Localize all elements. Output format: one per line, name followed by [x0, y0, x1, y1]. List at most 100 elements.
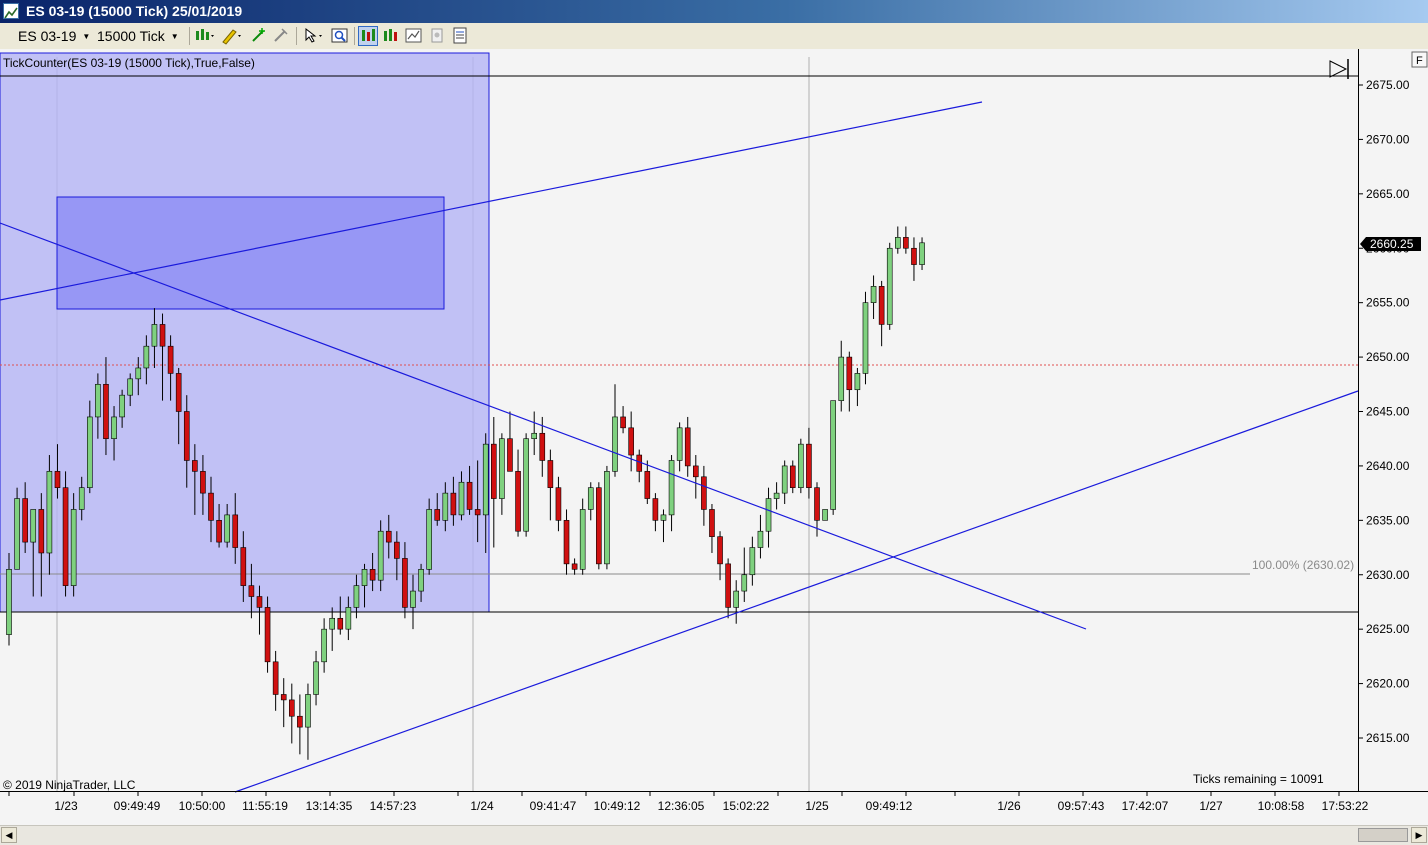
candle-body — [587, 487, 594, 510]
candle-body — [749, 547, 756, 576]
indicator-label: TickCounter(ES 03-19 (15000 Tick),True,F… — [3, 56, 255, 70]
candle-body — [426, 509, 432, 570]
candle-body — [604, 471, 610, 565]
candle-body — [313, 661, 319, 695]
candle-body — [394, 541, 400, 559]
last-price-label: 2660.25 — [1370, 237, 1414, 251]
pencil-draw-icon[interactable] — [220, 26, 244, 46]
candle-body — [482, 443, 489, 516]
candle[interactable] — [62, 471, 69, 597]
candle[interactable] — [886, 242, 893, 330]
y-tick-label: 2640.00 — [1366, 459, 1410, 473]
candle-body — [95, 383, 101, 418]
candle-body — [579, 509, 586, 570]
x-tick-label: 17:42:07 — [1122, 799, 1169, 813]
scroll-left-icon[interactable]: ◀ — [1, 827, 17, 843]
candle-body — [555, 487, 562, 521]
candle-body — [14, 498, 20, 570]
x-tick-label: 1/26 — [997, 799, 1021, 813]
y-tick-label: 2675.00 — [1366, 78, 1410, 92]
x-tick-label: 17:53:22 — [1322, 799, 1369, 813]
candle-body — [87, 416, 93, 488]
data-box-icon[interactable] — [358, 26, 378, 46]
candle-body — [38, 509, 45, 554]
drawn-rectangle[interactable] — [56, 196, 445, 310]
candle[interactable] — [264, 596, 271, 673]
candle[interactable] — [798, 438, 804, 494]
chart-toolbar: ES 03-19 ▼ 15000 Tick ▼ — [0, 23, 1428, 50]
chevron-down-icon: ▼ — [82, 32, 91, 42]
chart-style-icon[interactable] — [381, 26, 401, 46]
properties-icon[interactable] — [427, 26, 447, 46]
candle-body — [798, 443, 804, 488]
pointer-icon[interactable] — [302, 26, 326, 46]
x-tick-label: 10:49:12 — [594, 799, 641, 813]
plus-crosshair-icon[interactable] — [249, 26, 269, 46]
candle-body — [127, 378, 133, 396]
candle-body — [248, 585, 255, 597]
candle-body — [6, 569, 12, 635]
candle[interactable] — [830, 400, 836, 515]
candle-body — [563, 520, 570, 565]
window-title: ES 03-19 (15000 Tick) 25/01/2019 — [26, 3, 243, 19]
candle-body — [410, 590, 416, 608]
chart-panels-icon[interactable] — [404, 26, 424, 46]
notes-icon[interactable] — [450, 26, 470, 46]
candle-body — [30, 509, 37, 543]
candle-body — [151, 324, 158, 347]
f-button[interactable]: F — [1411, 51, 1428, 68]
candle-body — [224, 514, 230, 543]
scrollbar-thumb[interactable] — [1358, 828, 1408, 842]
candle-body — [280, 694, 287, 701]
instrument-selector[interactable]: ES 03-19 ▼ — [18, 26, 90, 46]
candle-body — [264, 607, 271, 663]
candle-body — [789, 465, 796, 488]
candle-body — [709, 509, 715, 537]
candle[interactable] — [596, 482, 602, 570]
candle-body — [377, 530, 384, 581]
candle[interactable] — [523, 433, 529, 537]
x-tick-label: 11:55:19 — [242, 799, 288, 813]
candle[interactable] — [377, 520, 384, 592]
x-tick-label: 1/23 — [54, 799, 78, 813]
candle-body — [22, 498, 28, 543]
y-tick-label: 2655.00 — [1366, 296, 1410, 310]
candle[interactable] — [822, 509, 828, 521]
candle[interactable] — [426, 498, 432, 575]
candle-body — [450, 492, 457, 516]
horizontal-scrollbar[interactable]: ◀ ▶ — [0, 825, 1428, 845]
candle-body — [46, 471, 53, 554]
y-tick-label: 2625.00 — [1366, 622, 1410, 636]
candle[interactable] — [862, 291, 869, 385]
candle-body — [757, 530, 764, 548]
zoom-icon[interactable] — [330, 26, 350, 46]
candle-body — [725, 563, 731, 608]
candle-body — [894, 237, 901, 249]
candle-body — [676, 427, 683, 461]
candle-body — [321, 628, 327, 663]
candle[interactable] — [14, 487, 20, 570]
eraser-icon[interactable] — [271, 26, 291, 46]
candle-body — [781, 465, 788, 494]
candle-body — [733, 590, 740, 608]
candle[interactable] — [604, 465, 610, 570]
app-icon — [3, 3, 19, 19]
candle-body — [208, 492, 214, 521]
candle-body — [240, 547, 247, 586]
scroll-right-icon[interactable]: ▶ — [1411, 827, 1427, 843]
x-tick-label: 14:57:23 — [370, 799, 417, 813]
candle-body — [612, 416, 618, 472]
candle-body — [385, 530, 392, 543]
candle-body — [297, 715, 303, 728]
x-tick-label: 10:50:00 — [179, 799, 226, 813]
candle[interactable] — [579, 498, 586, 575]
candle-body — [167, 345, 174, 374]
x-tick-label: 09:41:47 — [530, 799, 577, 813]
price-chart[interactable]: 100.00% (2630.02) TickCounter(ES 03-19 (… — [0, 49, 1428, 825]
bar-type-icon[interactable] — [193, 26, 217, 46]
candle-body — [830, 400, 836, 510]
candle-body — [175, 373, 182, 412]
candle-body — [660, 514, 667, 521]
candle-body — [765, 498, 772, 532]
interval-selector[interactable]: 15000 Tick ▼ — [97, 26, 179, 46]
